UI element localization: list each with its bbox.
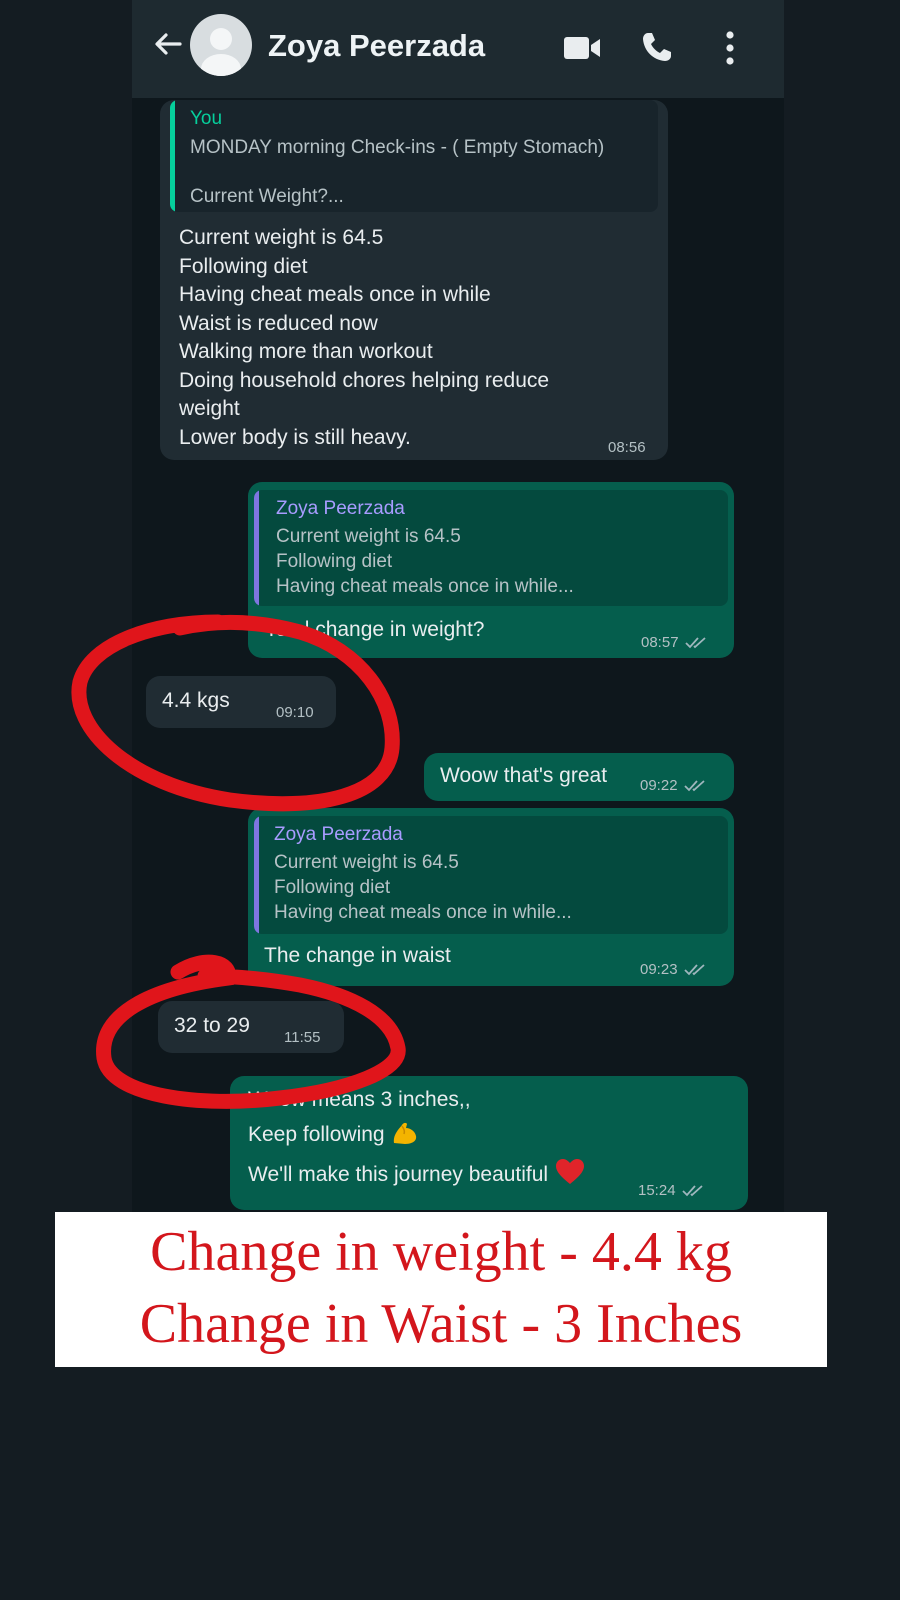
summary-annotation: Change in weight - 4.4 kg Change in Wais… <box>55 1212 827 1367</box>
highlight-circle-weight <box>71 614 400 812</box>
highlight-circle-waist <box>96 954 406 1109</box>
annotation-waist-change: Change in Waist - 3 Inches <box>139 1293 743 1355</box>
annotation-weight-change: Change in weight - 4.4 kg <box>150 1221 732 1283</box>
